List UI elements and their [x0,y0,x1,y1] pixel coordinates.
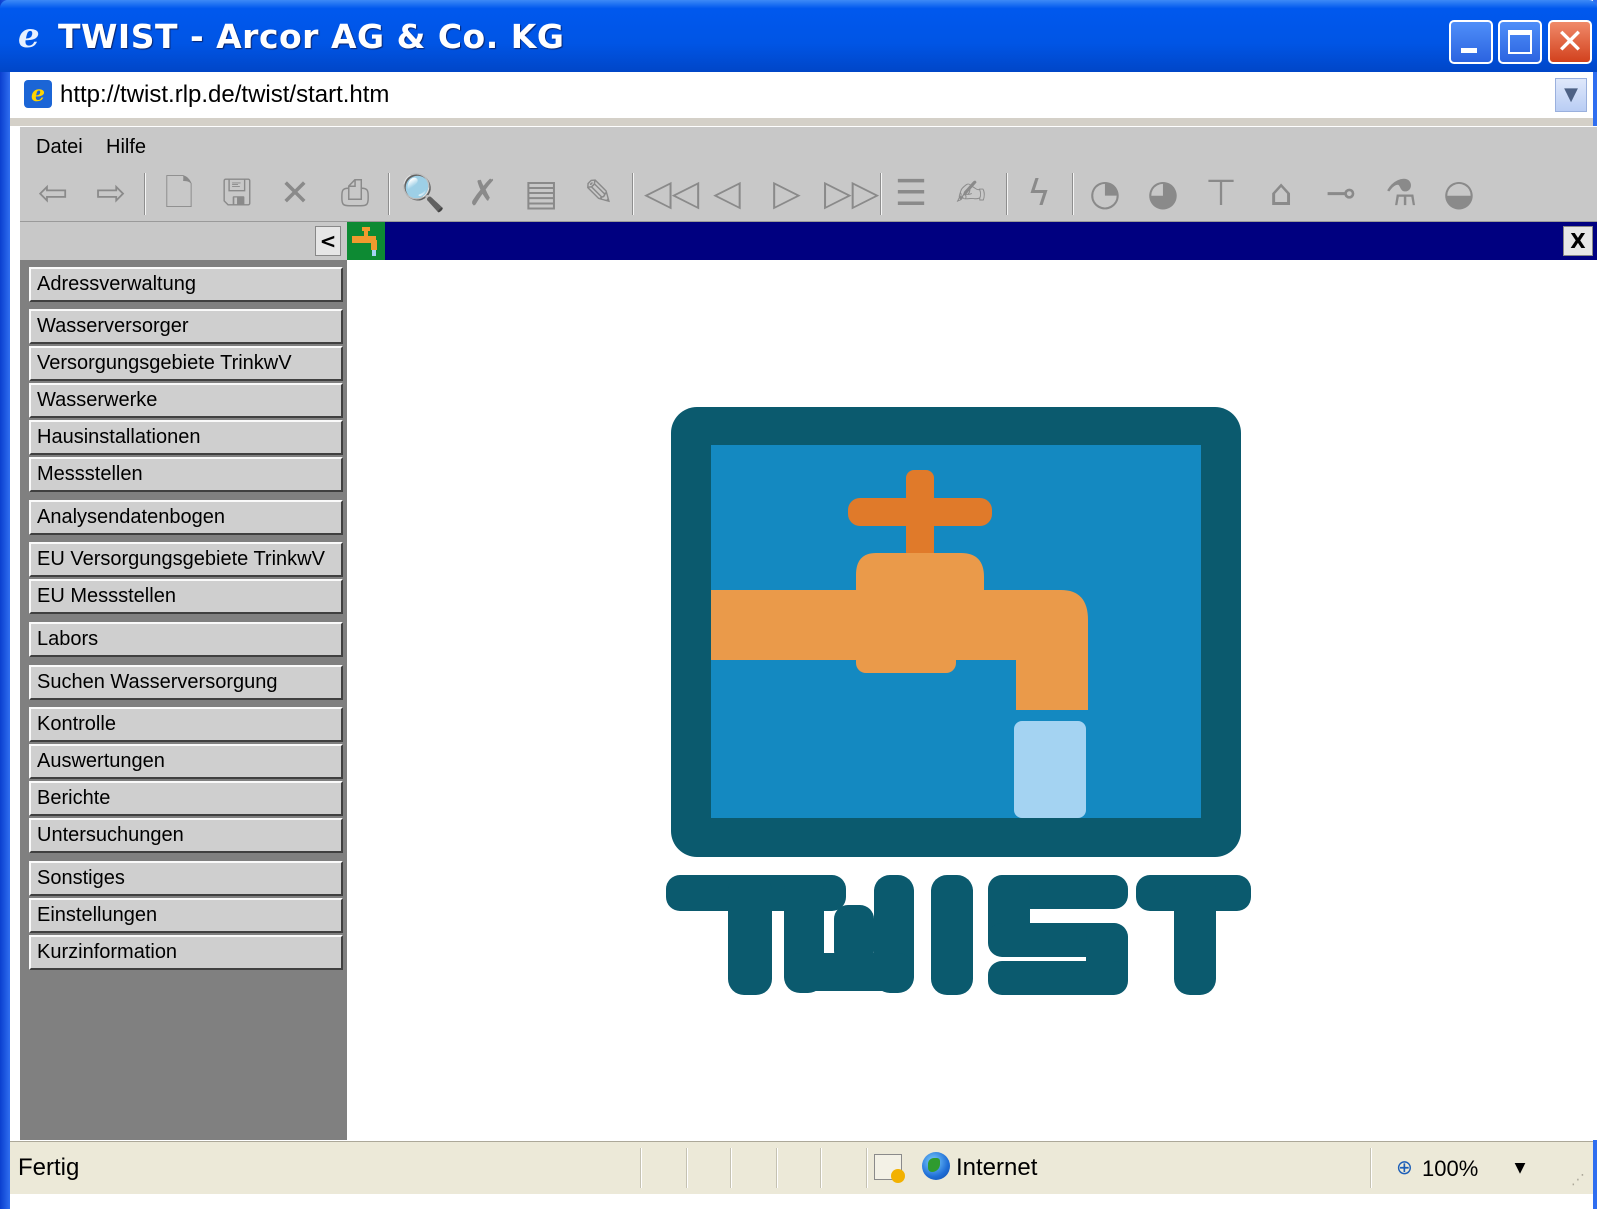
new-document-icon[interactable]: 🗋 [156,171,202,217]
content-header: X [347,222,1597,260]
qbe-document-icon[interactable]: ▤ [518,171,564,217]
nav-eu-messstellen[interactable]: EU Messstellen [29,579,343,614]
title-bar[interactable]: e TWIST - Arcor AG & Co. KG ✕ [0,0,1597,72]
maximize-icon [1508,30,1532,54]
address-dropdown-button[interactable]: ▼ [1555,78,1587,112]
sidebar-header: < [20,222,347,260]
status-divider [866,1148,868,1188]
address-bar[interactable]: e http://twist.rlp.de/twist/start.htm ▼ [10,72,1593,119]
print-icon[interactable]: ⎙ [332,171,378,217]
previous-record-icon[interactable]: ◁ [704,171,750,217]
nav-analysendatenbogen[interactable]: Analysendatenbogen [29,500,343,535]
zoom-icon[interactable]: ⊕ [1396,1156,1418,1178]
faucet-icon[interactable]: ⊸ [1318,171,1364,217]
toolbar-separator [144,173,146,215]
page-icon: e [24,80,52,108]
ie-logo-icon: e [18,16,40,56]
maximize-button[interactable] [1498,20,1542,64]
qbe-delete-icon[interactable]: ✗ [460,171,506,217]
nav-labors[interactable]: Labors [29,622,343,657]
save-disk-icon[interactable]: 🖫 [214,171,260,217]
security-warning-icon[interactable] [874,1154,905,1183]
sidebar: < Adressverwaltung Wasserversorger Verso… [20,222,347,1140]
nav-suchen-wasserversorgung[interactable]: Suchen Wasserversorgung [29,665,343,700]
close-window-button[interactable]: ✕ [1548,20,1592,64]
nav-eu-versorgungsgebiete[interactable]: EU Versorgungsgebiete TrinkwV [29,542,343,577]
main-content [347,260,1597,1140]
search-preview-icon[interactable]: 🔍 [400,171,446,217]
status-divider [730,1148,732,1188]
faucet-icon[interactable] [347,222,385,260]
nav-wasserwerke[interactable]: Wasserwerke [29,383,343,418]
zoom-level[interactable]: 100% [1422,1156,1478,1182]
twist-logo [666,407,1251,995]
nav-kontrolle[interactable]: Kontrolle [29,707,343,742]
nav-sonstiges[interactable]: Sonstiges [29,861,343,896]
toolbar-separator [880,173,882,215]
back-arrow-icon[interactable]: ⇦ [30,171,76,217]
nav-untersuchungen[interactable]: Untersuchungen [29,818,343,853]
warning-icon [891,1169,905,1183]
forward-arrow-icon[interactable]: ⇨ [88,171,134,217]
window-frame-left [0,0,10,1209]
nav-kurzinformation[interactable]: Kurzinformation [29,935,343,970]
close-content-button[interactable]: X [1563,226,1593,256]
delete-x-icon[interactable]: ✕ [272,171,318,217]
status-divider [776,1148,778,1188]
pie-chart-2-icon[interactable]: ◕ [1140,171,1186,217]
nav-berichte[interactable]: Berichte [29,781,343,816]
next-record-icon[interactable]: ▷ [764,171,810,217]
toolbar-separator [1006,173,1008,215]
toolbar-separator [632,173,634,215]
twist-wordmark [666,875,1251,995]
last-record-icon[interactable]: ▷▷ [824,171,879,217]
menu-datei[interactable]: Datei [36,135,83,159]
toolbar-separator [1072,173,1074,215]
address-url[interactable]: http://twist.rlp.de/twist/start.htm [60,80,389,110]
nav-adressverwaltung[interactable]: Adressverwaltung [29,267,343,302]
app-frame-band [10,118,1593,126]
menu-bar: Datei Hilfe [20,126,1597,168]
security-zone-label: Internet [956,1154,1038,1181]
nav-messstellen[interactable]: Messstellen [29,457,343,492]
status-bar: Fertig Internet ⊕ 100% ▼ ⋰ [10,1141,1593,1194]
toolbar-separator [388,173,390,215]
lightning-icon[interactable]: ϟ [1016,171,1062,217]
nav-auswertungen[interactable]: Auswertungen [29,744,343,779]
close-icon: ✕ [1555,22,1585,62]
filter-icon[interactable]: ⊤ [1198,171,1244,217]
menu-hilfe[interactable]: Hilfe [106,135,146,159]
qbe-edit-icon[interactable]: ✎ [576,171,622,217]
nav-wasserversorger[interactable]: Wasserversorger [29,309,343,344]
nav-hausinstallationen[interactable]: Hausinstallationen [29,420,343,455]
house-icon[interactable]: ⌂ [1258,171,1304,217]
status-divider [1370,1148,1372,1188]
resize-grip-icon[interactable]: ⋰ [1571,1172,1589,1190]
pie-chart-icon[interactable]: ◔ [1082,171,1128,217]
internet-globe-icon [922,1152,950,1180]
window-title: TWIST - Arcor AG & Co. KG [58,17,565,56]
minimize-button[interactable] [1449,20,1493,64]
status-divider [686,1148,688,1188]
list-icon[interactable]: ☰ [888,171,934,217]
edit-form-icon[interactable]: ✍ [948,171,994,217]
status-text: Fertig [18,1154,80,1181]
minimize-icon [1461,48,1477,53]
flask-icon[interactable]: ⚗ [1378,171,1424,217]
first-record-icon[interactable]: ◁◁ [644,171,699,217]
nav-einstellungen[interactable]: Einstellungen [29,898,343,933]
dish-icon[interactable]: ◒ [1436,171,1482,217]
toolbar: ⇦ ⇨ 🗋 🖫 ✕ ⎙ 🔍 ✗ ▤ ✎ ◁◁ ◁ ▷ ▷▷ ☰ ✍ ϟ ◔ ◕ … [20,167,1597,222]
nav-versorgungsgebiete[interactable]: Versorgungsgebiete TrinkwV [29,346,343,381]
status-divider [820,1148,822,1188]
status-divider [640,1148,642,1188]
zoom-dropdown-icon[interactable]: ▼ [1510,1156,1530,1180]
sidebar-collapse-button[interactable]: < [315,226,341,256]
